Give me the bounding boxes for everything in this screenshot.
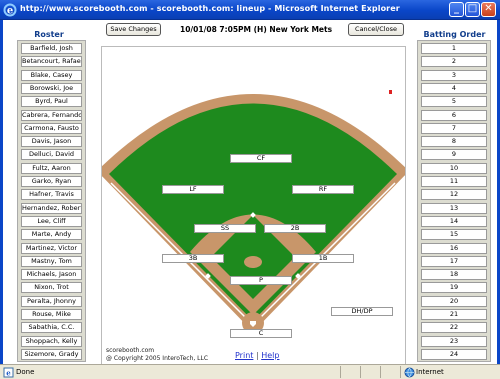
roster-player[interactable]: Mastny, Tom <box>21 255 82 267</box>
roster-player[interactable]: Fultz, Aaron <box>21 162 82 174</box>
batting-order-slot[interactable]: 7 <box>421 122 487 134</box>
roster-player[interactable]: Shoppach, Kelly <box>21 335 82 347</box>
help-link[interactable]: Help <box>261 351 279 360</box>
batting-order-slot[interactable]: 22 <box>421 322 487 334</box>
window-titlebar: e http://www.scorebooth.com - scorebooth… <box>0 0 500 20</box>
roster-player[interactable]: Marte, Andy <box>21 229 82 241</box>
position-cf[interactable]: CF <box>230 154 292 163</box>
batting-order-panel: 1 2 3 4 5 6 7 8 9 10 11 12 13 14 15 16 17 18 19 20 21 22 23 24 <box>417 40 491 362</box>
status-separator <box>380 366 381 378</box>
batting-order-slot[interactable]: 14 <box>421 215 487 227</box>
roster-player[interactable]: Borowski, Joe <box>21 82 82 94</box>
batting-order-slot[interactable]: 17 <box>421 255 487 267</box>
credit-copyright: @ Copyright 2005 InteroTech, LLC <box>106 355 209 362</box>
position-dh-dp[interactable]: DH/DP <box>331 307 393 316</box>
batting-order-slot[interactable]: 1 <box>421 43 487 54</box>
position-rf[interactable]: RF <box>292 185 354 194</box>
page-content: Roster Barfield, Josh Betancourt, Rafael B… <box>0 20 500 366</box>
batting-order-slot[interactable]: 6 <box>421 109 487 121</box>
batting-order-slot[interactable]: 13 <box>421 202 487 214</box>
position-lf[interactable]: LF <box>162 185 224 194</box>
roster-player[interactable]: Garko, Ryan <box>21 176 82 187</box>
batting-order-slot[interactable]: 8 <box>421 136 487 148</box>
zone-text: Internet <box>416 368 444 376</box>
print-link[interactable]: Print <box>235 351 253 360</box>
roster-player[interactable]: Hafner, Travis <box>21 189 82 201</box>
batting-order-slot[interactable]: 4 <box>421 82 487 94</box>
roster-player[interactable]: Byrd, Paul <box>21 96 82 108</box>
status-separator <box>360 366 361 378</box>
roster-player[interactable]: Blake, Casey <box>21 69 82 81</box>
status-separator <box>340 366 341 378</box>
roster-player[interactable]: Carmona, Fausto <box>21 122 82 134</box>
batting-order-slot[interactable]: 23 <box>421 335 487 347</box>
baseball-field: CF LF RF SS 2B 3B 1B P DH/DP C scoreboot… <box>101 46 406 366</box>
maximize-button[interactable]: □ <box>465 2 480 17</box>
close-window-button[interactable]: ✕ <box>481 2 496 17</box>
roster-player[interactable]: Nixon, Trot <box>21 282 82 294</box>
internet-zone-icon <box>404 367 415 378</box>
roster-player[interactable]: Davis, Jason <box>21 136 82 148</box>
batting-order-slot[interactable]: 9 <box>421 149 487 161</box>
status-text: Done <box>16 368 35 376</box>
batting-order-slot[interactable]: 10 <box>421 162 487 174</box>
footer-links: Print | Help <box>235 351 279 360</box>
page-done-icon: e <box>3 367 14 378</box>
batting-order-slot[interactable]: 18 <box>421 269 487 281</box>
roster-player[interactable]: Peralta, Jhonny <box>21 295 82 307</box>
roster-player[interactable]: Cabrera, Fernando <box>21 109 82 121</box>
credit-site: scorebooth.com <box>106 347 155 354</box>
batting-order-slot[interactable]: 16 <box>421 242 487 254</box>
roster-panel: Barfield, Josh Betancourt, Rafael Blake, C… <box>17 40 86 362</box>
roster-player[interactable]: Hernandez, Roberto <box>21 202 82 214</box>
roster-player[interactable]: Betancourt, Rafael <box>21 56 82 68</box>
batting-order-slot[interactable]: 20 <box>421 295 487 307</box>
svg-text:e: e <box>6 369 11 378</box>
window-title: http://www.scorebooth.com - scorebooth.c… <box>20 4 400 13</box>
status-bar: e Done Internet <box>0 364 500 379</box>
link-separator: | <box>255 351 259 360</box>
roster-player[interactable]: Sizemore, Grady <box>21 348 82 360</box>
field-diagram <box>102 94 405 334</box>
position-c[interactable]: C <box>230 329 292 338</box>
position-p[interactable]: P <box>230 276 292 285</box>
minimize-button[interactable]: _ <box>449 2 464 17</box>
batting-order-slot[interactable]: 15 <box>421 229 487 241</box>
roster-player[interactable]: Delluci, David <box>21 149 82 161</box>
batting-order-slot[interactable]: 19 <box>421 282 487 294</box>
position-ss[interactable]: SS <box>194 224 256 233</box>
roster-player[interactable]: Sabathia, C.C. <box>21 322 82 334</box>
cancel-close-button[interactable]: Cancel/Close <box>348 23 404 36</box>
batting-order-slot[interactable]: 5 <box>421 96 487 108</box>
position-2b[interactable]: 2B <box>264 224 326 233</box>
batting-order-slot[interactable]: 3 <box>421 69 487 81</box>
batting-order-slot[interactable]: 2 <box>421 56 487 68</box>
roster-player[interactable]: Lee, Cliff <box>21 215 82 227</box>
batting-order-slot[interactable]: 11 <box>421 176 487 187</box>
roster-player[interactable]: Michaels, Jason <box>21 269 82 281</box>
save-changes-button[interactable]: Save Changes <box>106 23 161 36</box>
status-separator <box>400 366 401 378</box>
batting-order-slot[interactable]: 12 <box>421 189 487 201</box>
roster-player[interactable]: Rouse, Mike <box>21 309 82 320</box>
batting-order-header: Batting Order <box>423 30 486 39</box>
batting-order-slot[interactable]: 24 <box>421 348 487 360</box>
game-info: 10/01/08 7:05PM (H) New York Mets <box>180 25 333 34</box>
roster-player[interactable]: Barfield, Josh <box>21 43 82 54</box>
position-3b[interactable]: 3B <box>162 254 224 263</box>
batting-order-slot[interactable]: 21 <box>421 309 487 320</box>
roster-player[interactable]: Martinez, Victor <box>21 242 82 254</box>
ie-logo-icon: e <box>3 3 17 17</box>
roster-header: Roster <box>34 30 64 39</box>
svg-text:e: e <box>7 6 13 17</box>
field-marker <box>389 90 392 94</box>
position-1b[interactable]: 1B <box>292 254 354 263</box>
